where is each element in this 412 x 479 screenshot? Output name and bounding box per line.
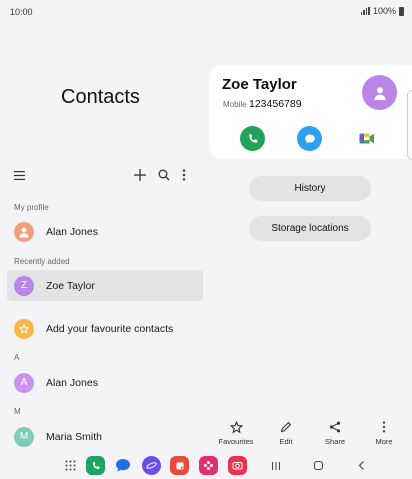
- status-time: 10:00: [10, 7, 33, 17]
- section-letter-a: A: [14, 353, 20, 362]
- status-bar: 10:00 100%: [0, 0, 412, 24]
- notes-app-icon[interactable]: [170, 456, 189, 475]
- battery-icon: [399, 6, 404, 16]
- contact-row[interactable]: A Alan Jones: [7, 367, 203, 398]
- avatar: A: [14, 372, 34, 393]
- mobile-label: Mobile: [223, 100, 247, 109]
- more-button[interactable]: More: [362, 420, 406, 446]
- contact-photo-avatar[interactable]: [362, 75, 397, 110]
- history-button[interactable]: History: [249, 176, 371, 201]
- phone-app-icon[interactable]: [86, 456, 105, 475]
- contact-name: Alan Jones: [46, 225, 98, 238]
- pencil-icon: [280, 420, 292, 434]
- more-vert-icon: [382, 420, 386, 434]
- favourites-button[interactable]: Favourites: [214, 420, 258, 446]
- edit-label: Edit: [279, 437, 293, 446]
- add-icon[interactable]: [132, 167, 148, 183]
- recents-icon[interactable]: [266, 456, 285, 475]
- avatar: M: [14, 426, 34, 447]
- edit-button[interactable]: Edit: [264, 420, 308, 446]
- back-icon[interactable]: [352, 456, 371, 475]
- camera-app-icon[interactable]: [228, 456, 247, 475]
- app-title: Contacts: [61, 86, 140, 108]
- share-icon: [329, 420, 341, 434]
- contact-row-selected[interactable]: Z Zoe Taylor: [7, 270, 203, 301]
- section-letter-m: M: [14, 407, 21, 416]
- message-icon[interactable]: [297, 126, 322, 151]
- contact-name: Zoe Taylor: [46, 279, 95, 292]
- star-icon: [229, 420, 243, 434]
- share-button[interactable]: Share: [313, 420, 357, 446]
- star-icon: [14, 318, 34, 339]
- contacts-toolbar: [0, 165, 205, 185]
- edge-panel-handle[interactable]: [407, 90, 412, 160]
- avatar: [14, 221, 34, 242]
- profile-row[interactable]: Alan Jones: [7, 216, 203, 247]
- section-recently-added: Recently added: [14, 257, 70, 266]
- phone-number[interactable]: 123456789: [249, 98, 302, 110]
- detail-contact-name: Zoe Taylor: [222, 76, 297, 93]
- menu-icon[interactable]: [11, 167, 27, 183]
- gallery-app-icon[interactable]: [199, 456, 218, 475]
- storage-locations-button[interactable]: Storage locations: [249, 216, 371, 241]
- status-indicators: 100%: [360, 6, 404, 16]
- contact-name: Maria Smith: [46, 430, 103, 443]
- more-vert-icon[interactable]: [176, 167, 192, 183]
- phone-icon[interactable]: [240, 126, 265, 151]
- messages-app-icon[interactable]: [113, 456, 132, 475]
- contact-detail-card: Zoe Taylor Mobile 123456789: [209, 65, 412, 159]
- home-icon[interactable]: [309, 456, 328, 475]
- add-favourites-row[interactable]: Add your favourite contacts: [7, 313, 203, 344]
- section-my-profile: My profile: [14, 203, 49, 212]
- share-label: Share: [324, 437, 345, 446]
- contact-name: Alan Jones: [46, 376, 98, 389]
- apps-grid-icon[interactable]: [61, 456, 80, 475]
- more-label: More: [375, 437, 393, 446]
- avatar: Z: [14, 275, 34, 296]
- contact-row[interactable]: M Maria Smith: [7, 421, 203, 452]
- internet-app-icon[interactable]: [142, 456, 161, 475]
- battery-percent: 100%: [372, 6, 396, 16]
- navigation-bar: [0, 452, 412, 479]
- favourites-label: Favourites: [218, 437, 254, 446]
- search-icon[interactable]: [156, 167, 172, 183]
- favourites-label: Add your favourite contacts: [46, 322, 174, 335]
- video-call-icon[interactable]: [354, 126, 379, 151]
- signal-icon: [360, 7, 370, 15]
